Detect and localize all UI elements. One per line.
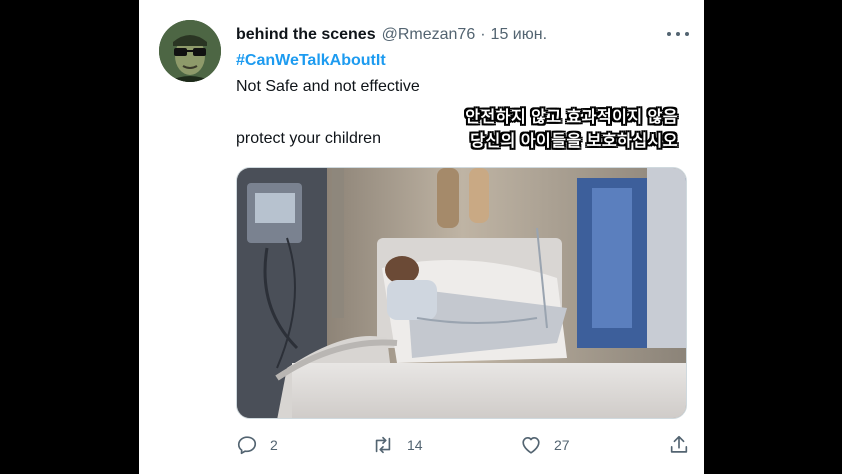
tweet-text-line-1: Not Safe and not effective bbox=[236, 78, 420, 95]
reply-button[interactable]: 2 bbox=[236, 434, 278, 456]
tweet-header: behind the scenes @Rmezan76 · 15 июн. bbox=[236, 24, 676, 46]
tweet-text-line-2: protect your children bbox=[236, 130, 381, 147]
retweet-count: 14 bbox=[407, 437, 423, 453]
media-video[interactable] bbox=[236, 167, 687, 419]
user-handle[interactable]: @Rmezan76 bbox=[382, 26, 476, 44]
share-button[interactable] bbox=[668, 434, 690, 456]
reply-count: 2 bbox=[270, 437, 278, 453]
reply-icon bbox=[237, 436, 257, 455]
separator-dot: · bbox=[480, 26, 486, 43]
retweet-button[interactable]: 14 bbox=[371, 434, 423, 456]
like-button[interactable]: 27 bbox=[520, 434, 570, 456]
tweet-date[interactable]: 15 июн. bbox=[491, 26, 547, 44]
hospital-scene-image bbox=[237, 168, 686, 418]
tweet-card: behind the scenes @Rmezan76 · 15 июн. #C… bbox=[139, 0, 704, 474]
subtitle-line-1: 안전하지 않고 효과적이지 않음 bbox=[465, 109, 678, 126]
avatar-image bbox=[159, 20, 221, 82]
tweet-actions: 2 14 27 bbox=[236, 434, 692, 460]
avatar[interactable] bbox=[159, 20, 221, 82]
like-count: 27 bbox=[554, 437, 570, 453]
share-icon bbox=[670, 435, 688, 453]
retweet-icon bbox=[375, 436, 391, 454]
hashtag-link[interactable]: #CanWeTalkAboutIt bbox=[236, 52, 386, 70]
subtitle-line-2: 당신의 아이들을 보호하십시오 bbox=[470, 133, 678, 150]
more-icon[interactable] bbox=[667, 26, 689, 42]
heart-icon bbox=[522, 437, 540, 454]
display-name[interactable]: behind the scenes bbox=[236, 26, 376, 44]
